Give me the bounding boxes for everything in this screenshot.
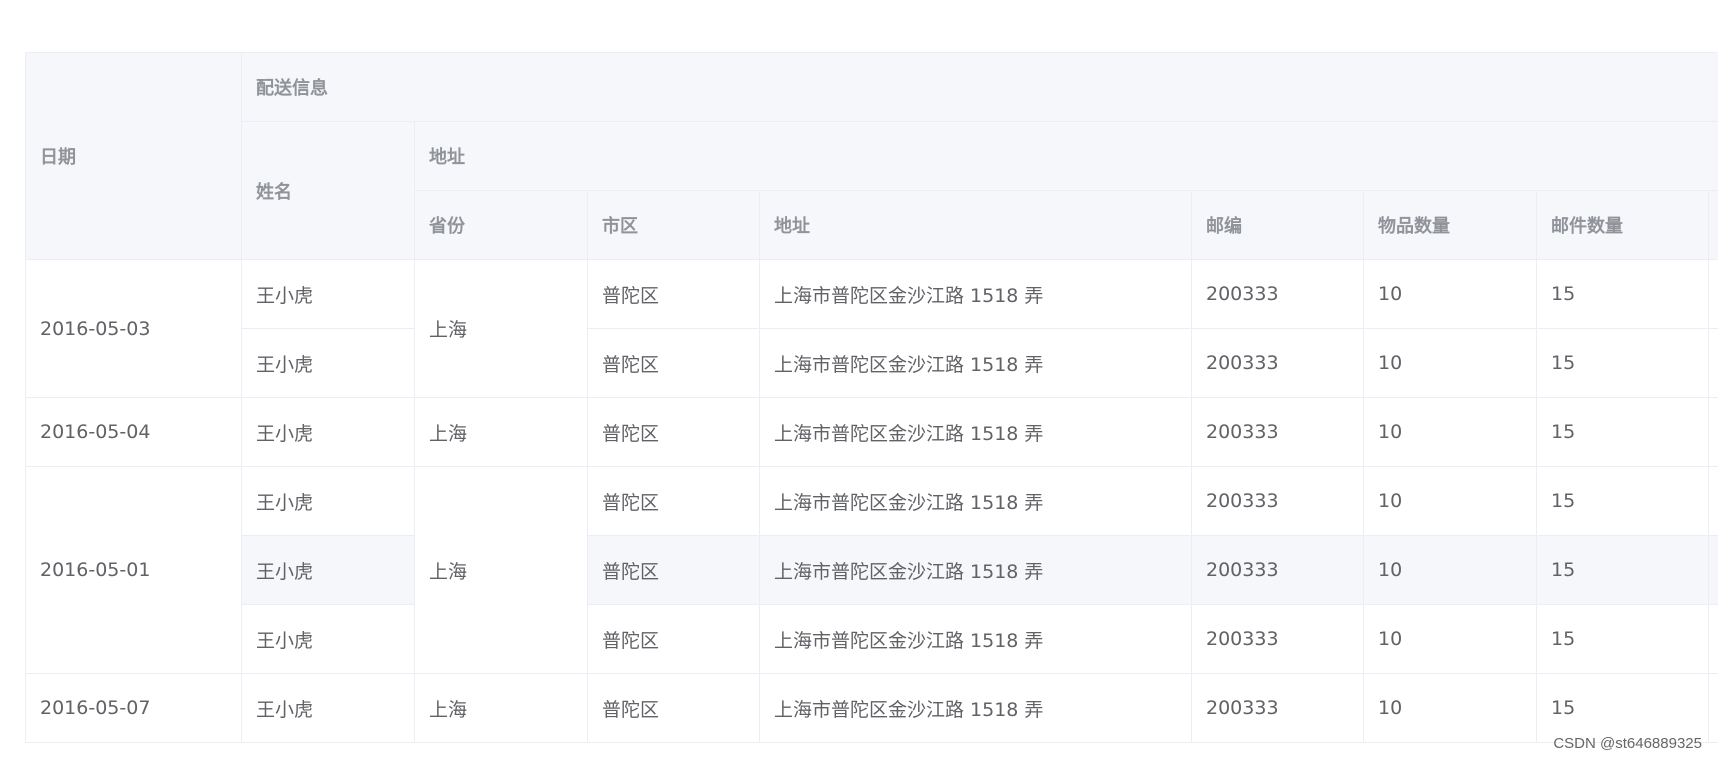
header-address[interactable]: 地址 — [759, 190, 1192, 260]
cell-name: 王小虎 — [241, 535, 415, 605]
cell-zip: 200333 — [1191, 604, 1364, 674]
cell-mail-count: 15 — [1536, 259, 1709, 329]
cell-city: 普陀区 — [587, 535, 760, 605]
cell-item-count: 10 — [1363, 397, 1537, 467]
cell-address: 上海市普陀区金沙江路 1518 弄 — [759, 535, 1192, 605]
cell-province: 上海 — [414, 673, 588, 743]
cell-item-count: 10 — [1363, 604, 1537, 674]
cell-zip: 200333 — [1191, 397, 1364, 467]
cell-overflow — [1708, 397, 1718, 467]
cell-overflow — [1708, 673, 1718, 743]
cell-name: 王小虎 — [241, 328, 415, 398]
cell-mail-count: 15 — [1536, 466, 1709, 536]
cell-zip: 200333 — [1191, 535, 1364, 605]
table-row[interactable]: 王小虎 普陀区 上海市普陀区金沙江路 1518 弄 200333 10 15 — [26, 604, 1718, 674]
table-row[interactable]: 王小虎 普陀区 上海市普陀区金沙江路 1518 弄 200333 10 15 — [26, 328, 1718, 398]
table-body: 2016-05-03 王小虎 上海 普陀区 上海市普陀区金沙江路 1518 弄 … — [25, 259, 1718, 743]
cell-date: 2016-05-07 — [25, 673, 242, 743]
cell-item-count: 10 — [1363, 673, 1537, 743]
cell-city: 普陀区 — [587, 673, 760, 743]
cell-mail-count: 15 — [1536, 604, 1709, 674]
header-city[interactable]: 市区 — [587, 190, 760, 260]
cell-address: 上海市普陀区金沙江路 1518 弄 — [759, 397, 1192, 467]
cell-name: 王小虎 — [241, 604, 415, 674]
merged-delivery-table-container[interactable]: 日期 配送信息 姓名 地址 省份 市区 地址 邮编 物品数量 邮件数量 2016… — [25, 52, 1718, 743]
cell-city: 普陀区 — [587, 259, 760, 329]
cell-zip: 200333 — [1191, 466, 1364, 536]
cell-mail-count: 15 — [1536, 673, 1709, 743]
header-province[interactable]: 省份 — [414, 190, 588, 260]
cell-item-count: 10 — [1363, 259, 1537, 329]
cell-date: 2016-05-03 — [25, 259, 242, 398]
header-address-group: 地址 — [414, 121, 1718, 191]
cell-province: 上海 — [414, 397, 588, 467]
cell-address: 上海市普陀区金沙江路 1518 弄 — [759, 466, 1192, 536]
delivery-table: 日期 配送信息 姓名 地址 省份 市区 地址 邮编 物品数量 邮件数量 2016… — [25, 52, 1718, 743]
cell-name: 王小虎 — [241, 673, 415, 743]
table-row[interactable]: 2016-05-04 王小虎 上海 普陀区 上海市普陀区金沙江路 1518 弄 … — [25, 397, 1718, 467]
cell-zip: 200333 — [1191, 328, 1364, 398]
cell-name: 王小虎 — [241, 466, 415, 536]
header-row-2: 姓名 地址 — [26, 121, 1718, 260]
header-delivery-info: 配送信息 — [241, 52, 1718, 122]
cell-province: 上海 — [414, 259, 588, 398]
cell-address: 上海市普陀区金沙江路 1518 弄 — [759, 328, 1192, 398]
cell-zip: 200333 — [1191, 259, 1364, 329]
header-date[interactable]: 日期 — [25, 52, 242, 260]
cell-date: 2016-05-01 — [25, 466, 242, 674]
header-mail-count[interactable]: 邮件数量 — [1536, 190, 1709, 260]
cell-mail-count: 15 — [1536, 328, 1709, 398]
cell-date: 2016-05-04 — [25, 397, 242, 467]
cell-city: 普陀区 — [587, 397, 760, 467]
cell-address: 上海市普陀区金沙江路 1518 弄 — [759, 604, 1192, 674]
cell-mail-count: 15 — [1536, 397, 1709, 467]
cell-address: 上海市普陀区金沙江路 1518 弄 — [759, 259, 1192, 329]
table-row[interactable]: 2016-05-03 王小虎 上海 普陀区 上海市普陀区金沙江路 1518 弄 … — [25, 259, 1718, 398]
cell-overflow — [1708, 466, 1718, 536]
cell-city: 普陀区 — [587, 466, 760, 536]
header-name[interactable]: 姓名 — [241, 121, 415, 260]
cell-overflow — [1708, 604, 1718, 674]
cell-overflow — [1708, 259, 1718, 329]
header-zip[interactable]: 邮编 — [1191, 190, 1364, 260]
cell-city: 普陀区 — [587, 604, 760, 674]
cell-mail-count: 15 — [1536, 535, 1709, 605]
cell-name: 王小虎 — [241, 259, 415, 329]
cell-province: 上海 — [414, 466, 588, 674]
cell-item-count: 10 — [1363, 328, 1537, 398]
table-row[interactable]: 2016-05-01 王小虎 上海 普陀区 上海市普陀区金沙江路 1518 弄 … — [25, 466, 1718, 674]
table-row[interactable]: 2016-05-07 王小虎 上海 普陀区 上海市普陀区金沙江路 1518 弄 … — [25, 673, 1718, 743]
header-row-1: 日期 配送信息 — [25, 52, 1718, 260]
table-row-hovered[interactable]: 王小虎 普陀区 上海市普陀区金沙江路 1518 弄 200333 10 15 — [26, 535, 1718, 605]
watermark: CSDN @st646889325 — [1553, 735, 1702, 752]
cell-city: 普陀区 — [587, 328, 760, 398]
header-item-count[interactable]: 物品数量 — [1363, 190, 1537, 260]
cell-address: 上海市普陀区金沙江路 1518 弄 — [759, 673, 1192, 743]
cell-overflow — [1708, 535, 1718, 605]
cell-item-count: 10 — [1363, 535, 1537, 605]
table-header: 日期 配送信息 姓名 地址 省份 市区 地址 邮编 物品数量 邮件数量 — [25, 52, 1718, 260]
cell-name: 王小虎 — [241, 397, 415, 467]
cell-item-count: 10 — [1363, 466, 1537, 536]
cell-zip: 200333 — [1191, 673, 1364, 743]
header-overflow-column — [1708, 190, 1718, 260]
cell-overflow — [1708, 328, 1718, 398]
